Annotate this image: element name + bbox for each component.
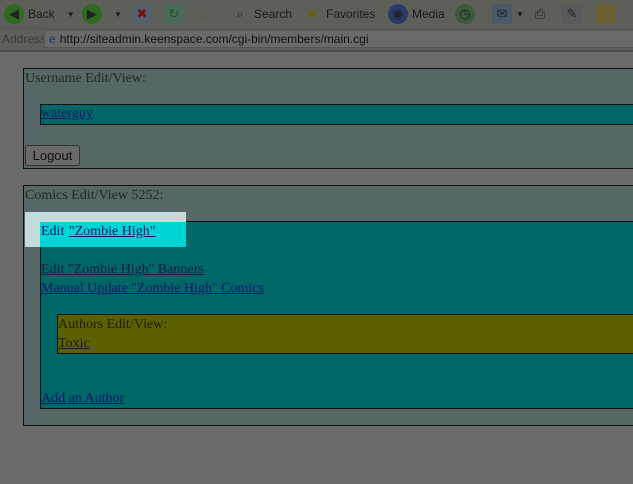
favorites-label: Favorites (326, 7, 376, 21)
manual-update-link[interactable]: Manual Update "Zombie High" Comics (41, 281, 264, 297)
back-button[interactable]: ◀ Back ▼ (4, 4, 75, 24)
username-link[interactable]: waterguy (41, 106, 93, 122)
chevron-down-icon: ▼ (66, 9, 75, 19)
comics-section-title: Comics Edit/View 5252: (25, 188, 164, 203)
back-label: Back (28, 7, 55, 21)
edit-comic-link[interactable]: "Zombie High" (69, 224, 155, 240)
print-icon: ⎙ (534, 6, 546, 21)
print-button[interactable]: ⎙ (530, 4, 550, 24)
add-author-link[interactable]: Add an Author (41, 391, 124, 407)
media-button[interactable]: ◉ Media (388, 4, 445, 24)
mail-button[interactable]: ✉ ▼ (492, 4, 524, 24)
favorites-button[interactable]: ★ Favorites (302, 4, 375, 24)
edit-icon: ✎ (562, 4, 582, 24)
history-button[interactable]: ◷ (455, 4, 475, 24)
star-icon: ★ (306, 6, 318, 21)
edit-prefix: Edit (41, 224, 65, 239)
note-icon (596, 4, 616, 24)
mail-icon: ✉ (492, 4, 512, 24)
chevron-down-icon: ▼ (114, 9, 122, 19)
search-button[interactable]: ⌕ Search (230, 4, 292, 24)
forward-arrow-icon: ▶ (82, 4, 102, 24)
back-arrow-icon: ◀ (4, 4, 24, 24)
author-link[interactable]: Toxic (58, 336, 90, 352)
media-label: Media (412, 7, 445, 21)
search-icon: ⌕ (236, 6, 244, 21)
media-icon: ◉ (388, 4, 408, 24)
address-label: Address (2, 32, 47, 46)
address-field[interactable]: e http://siteadmin.keenspace.com/cgi-bin… (44, 30, 633, 48)
chevron-down-icon: ▼ (516, 9, 524, 19)
logout-button[interactable]: Logout (25, 145, 80, 166)
page-icon: e (49, 32, 56, 46)
authors-title: Authors Edit/View: (58, 317, 168, 332)
forward-button[interactable]: ▶ ▼ (82, 4, 122, 24)
search-label: Search (254, 7, 293, 21)
username-section-title: Username Edit/View: (25, 71, 146, 86)
stop-icon: ✖ (132, 4, 152, 24)
address-url[interactable]: http://siteadmin.keenspace.com/cgi-bin/m… (60, 32, 369, 46)
browser-toolbar: ◀ Back ▼ ▶ ▼ ✖ ↻ ⌂ ⌕ Search ★ Favorites … (0, 0, 633, 29)
edit-banners-link[interactable]: Edit "Zombie High" Banners (41, 262, 204, 278)
notes-button[interactable] (596, 4, 616, 24)
home-button[interactable]: ⌂ (195, 4, 215, 24)
history-icon: ◷ (455, 4, 475, 24)
home-icon: ⌂ (201, 6, 209, 21)
username-row (40, 104, 633, 125)
refresh-button[interactable]: ↻ (164, 4, 184, 24)
address-bar: Address e http://siteadmin.keenspace.com… (0, 29, 633, 52)
stop-button[interactable]: ✖ (132, 4, 152, 24)
refresh-icon: ↻ (164, 4, 184, 24)
edit-button[interactable]: ✎ (562, 4, 582, 24)
